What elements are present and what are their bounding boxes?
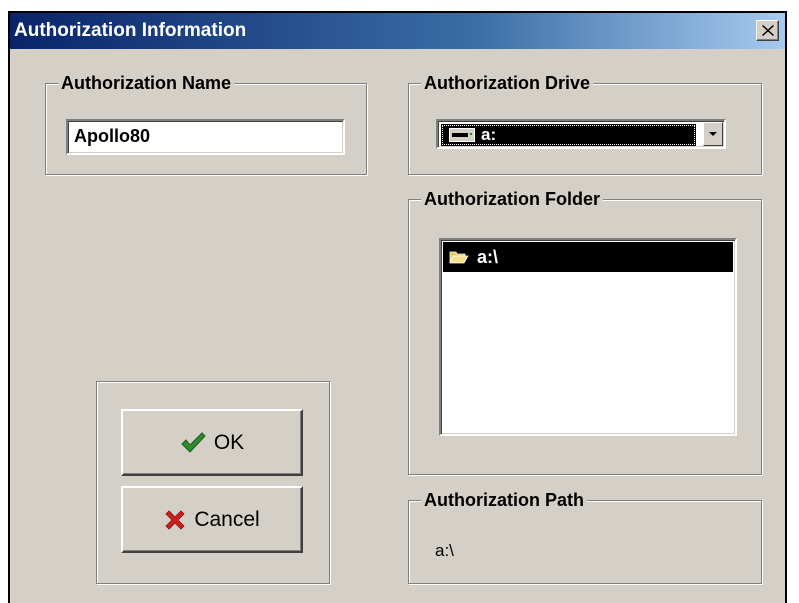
- cancel-x-icon: [164, 509, 186, 531]
- close-icon: [761, 25, 774, 36]
- drive-select-value: a:: [441, 124, 696, 146]
- cancel-button-label: Cancel: [194, 507, 260, 531]
- authorization-path-group: Authorization Path a:\: [408, 489, 762, 584]
- authorization-drive-select[interactable]: a:: [436, 119, 726, 149]
- close-button[interactable]: [756, 20, 779, 41]
- authorization-name-input[interactable]: Apollo80: [66, 119, 345, 155]
- authorization-name-group: Authorization Name Apollo80: [45, 72, 367, 175]
- authorization-dialog: Authorization Information Authorization …: [8, 11, 787, 603]
- authorization-folder-group: Authorization Folder a:\: [408, 188, 762, 475]
- folder-list-item[interactable]: a:\: [443, 242, 733, 272]
- floppy-drive-icon: [449, 128, 475, 142]
- folder-list-item-label: a:\: [477, 246, 499, 267]
- cancel-button[interactable]: Cancel: [121, 486, 303, 553]
- authorization-drive-legend: Authorization Drive: [421, 72, 594, 94]
- authorization-drive-group: Authorization Drive a:: [408, 72, 762, 175]
- chevron-down-icon: [709, 131, 717, 136]
- authorization-path-legend: Authorization Path: [421, 489, 587, 511]
- ok-button[interactable]: OK: [121, 409, 303, 476]
- open-folder-icon: [449, 251, 469, 264]
- drive-dropdown-button[interactable]: [703, 122, 723, 146]
- authorization-folder-list[interactable]: a:\: [439, 238, 737, 436]
- checkmark-icon: [180, 431, 206, 454]
- authorization-name-legend: Authorization Name: [58, 72, 235, 94]
- title-bar[interactable]: Authorization Information: [10, 13, 785, 49]
- authorization-path-value: a:\: [435, 541, 454, 560]
- drive-select-label: a:: [481, 125, 497, 144]
- window-title: Authorization Information: [14, 20, 247, 41]
- authorization-folder-legend: Authorization Folder: [421, 188, 603, 210]
- ok-button-label: OK: [213, 430, 245, 454]
